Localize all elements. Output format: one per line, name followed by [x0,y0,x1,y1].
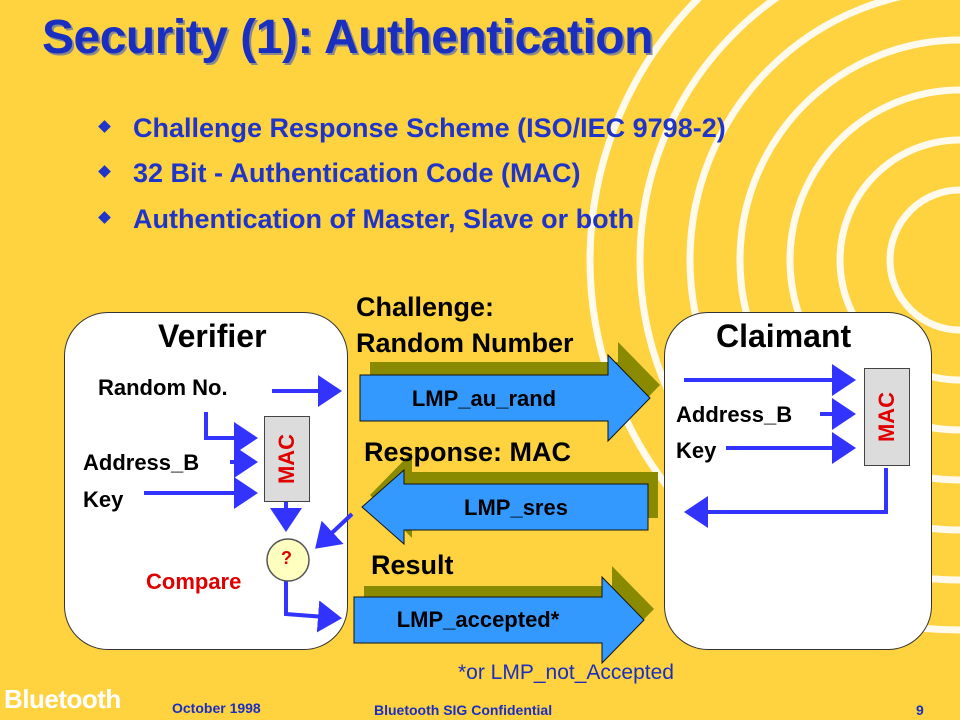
bluetooth-logo: Bluetooth [4,684,121,714]
claimant-key-label: Key [676,438,717,463]
verifier-mac-label: MAC [274,433,299,485]
verifier-address-label: Address_B [83,450,200,475]
page-number: 9 [916,702,924,718]
response-label: Response: MAC [364,437,572,467]
claimant-mac-block: MAC [864,368,910,466]
claimant-address-label: Address_B [676,402,793,427]
verifier-heading: Verifier [158,318,267,354]
compare-symbol: ? [281,548,292,568]
challenge-label-line1: Challenge: [356,292,495,322]
verifier-key-label: Key [83,487,124,512]
au-rand-label: LMP_au_rand [411,386,557,411]
accepted-label: LMP_accepted* [396,607,560,632]
sres-label: LMP_sres [464,495,568,520]
challenge-label-line2: Random Number [356,328,574,358]
slide: Security (1): Authentication Challenge R… [0,0,960,720]
verifier-random-label: Random No. [98,375,228,400]
verifier-mac-block: MAC [264,416,310,502]
footer-confidential: Bluetooth SIG Confidential [374,702,553,718]
claimant-heading: Claimant [716,318,852,354]
footer-date: October 1998 [172,700,261,716]
footnote: *or LMP_not_Accepted [458,661,674,684]
result-label: Result [371,550,454,580]
claimant-mac-label: MAC [874,391,899,443]
compare-label: Compare [146,569,242,594]
